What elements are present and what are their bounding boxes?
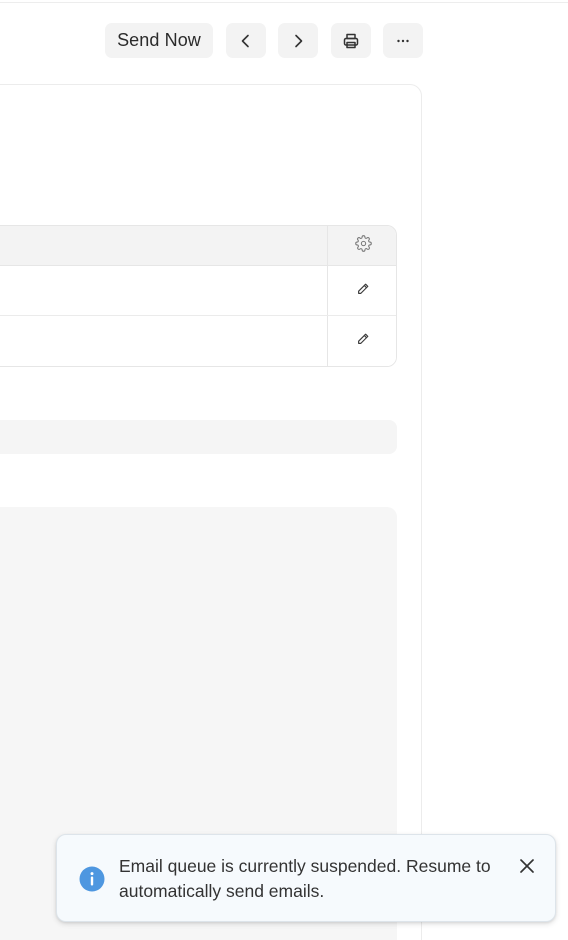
pencil-icon xyxy=(356,282,370,301)
table-row[interactable] xyxy=(0,266,396,316)
info-icon xyxy=(79,866,105,892)
print-button[interactable] xyxy=(331,23,371,58)
more-horizontal-icon xyxy=(395,33,411,49)
column-settings-button[interactable] xyxy=(328,226,396,266)
chevron-right-icon xyxy=(290,33,306,49)
recipients-table xyxy=(0,225,397,367)
email-queue-form-page: Send Now Email queue is currently suspen… xyxy=(0,0,568,940)
table-row[interactable] xyxy=(0,316,396,366)
gear-icon xyxy=(354,235,372,257)
edit-row-button[interactable] xyxy=(328,316,396,366)
close-icon xyxy=(519,858,535,879)
top-divider xyxy=(0,2,568,3)
more-actions-button[interactable] xyxy=(383,23,423,58)
edit-row-button[interactable] xyxy=(328,266,396,316)
printer-icon xyxy=(342,32,360,50)
toast-close-button[interactable] xyxy=(517,858,537,878)
table-header xyxy=(0,226,396,266)
next-record-button[interactable] xyxy=(278,23,318,58)
readonly-field[interactable] xyxy=(0,420,397,454)
pencil-icon xyxy=(356,332,370,351)
previous-record-button[interactable] xyxy=(226,23,266,58)
suspended-queue-toast: Email queue is currently suspended. Resu… xyxy=(56,834,556,922)
send-now-button[interactable]: Send Now xyxy=(105,23,213,58)
toast-message: Email queue is currently suspended. Resu… xyxy=(119,856,491,901)
chevron-left-icon xyxy=(238,33,254,49)
